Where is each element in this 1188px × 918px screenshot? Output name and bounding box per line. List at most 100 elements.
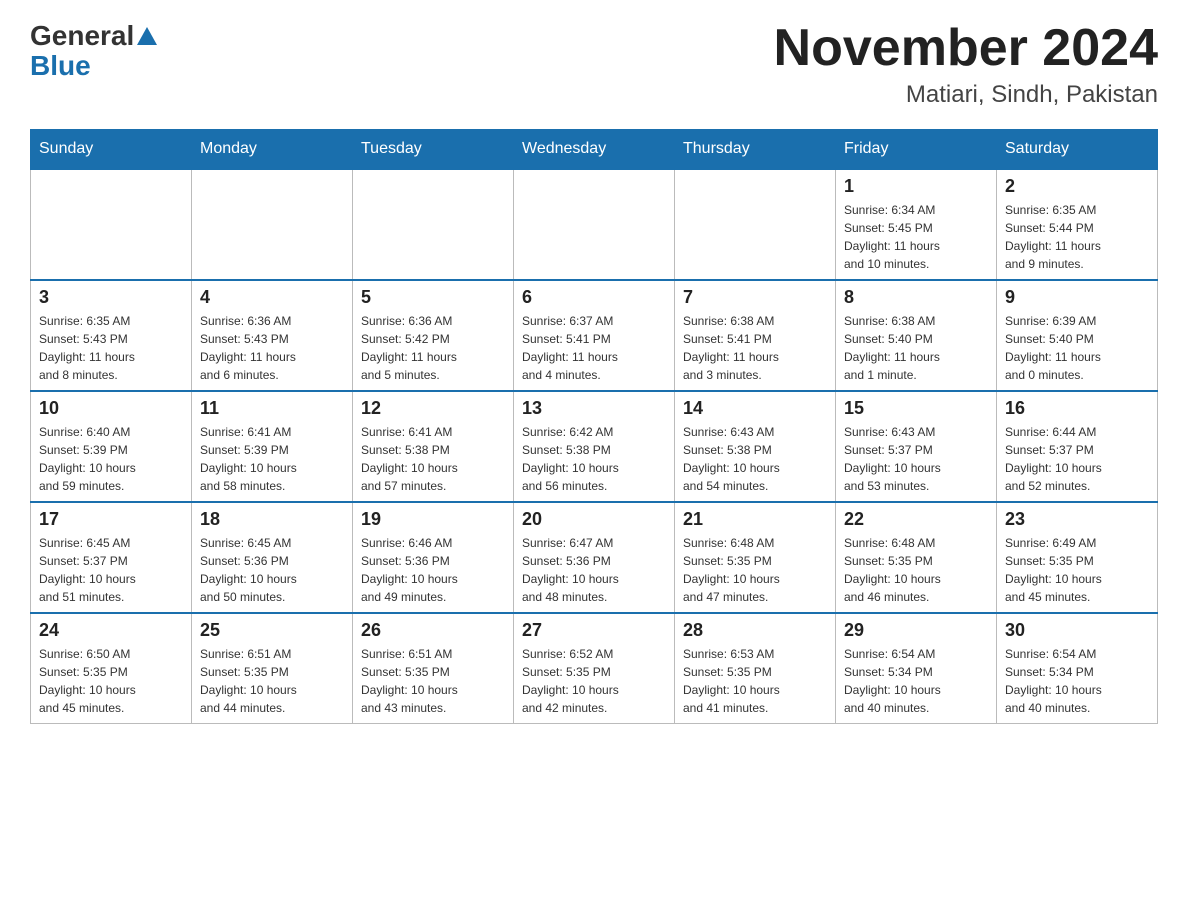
calendar-cell: 20Sunrise: 6:47 AM Sunset: 5:36 PM Dayli… xyxy=(514,502,675,613)
week-row-4: 17 Sunrise: 6:45 AM Sunset: 5:37 PM Dayli… xyxy=(31,502,1158,613)
day-number: 21 xyxy=(683,509,827,530)
col-header-tuesday: Tuesday xyxy=(353,130,514,170)
calendar-cell: 3 Sunrise: 6:35 AM Sunset: 5:43 PM Daylig… xyxy=(31,280,192,391)
calendar-cell: 10Sunrise: 6:40 AM Sunset: 5:39 PM Dayli… xyxy=(31,391,192,502)
day-number: 16 xyxy=(1005,398,1149,419)
day-info: Sunrise: 6:38 AM Sunset: 5:41 PM Dayligh… xyxy=(683,312,827,384)
day-info: Sunrise: 6:38 AM Sunset: 5:40 PM Dayligh… xyxy=(844,312,988,384)
day-number: 29 xyxy=(844,620,988,641)
calendar-cell: 23 Sunrise: 6:49 AM Sunset: 5:35 PM Dayli… xyxy=(997,502,1158,613)
calendar-cell: 16 Sunrise: 6:44 AM Sunset: 5:37 PM Dayli… xyxy=(997,391,1158,502)
calendar-cell: 28Sunrise: 6:53 AM Sunset: 5:35 PM Dayli… xyxy=(675,613,836,724)
day-number: 12 xyxy=(361,398,505,419)
week-row-2: 3 Sunrise: 6:35 AM Sunset: 5:43 PM Daylig… xyxy=(31,280,1158,391)
day-info: Sunrise: 6:48 AM Sunset: 5:35 PM Dayligh… xyxy=(683,534,827,606)
calendar-cell: 21 Sunrise: 6:48 AM Sunset: 5:35 PM Dayli… xyxy=(675,502,836,613)
day-number: 25 xyxy=(200,620,344,641)
calendar-cell: 6 Sunrise: 6:37 AM Sunset: 5:41 PM Daylig… xyxy=(514,280,675,391)
week-row-1: 1Sunrise: 6:34 AM Sunset: 5:45 PM Daylig… xyxy=(31,169,1158,280)
day-info: Sunrise: 6:45 AM Sunset: 5:36 PM Dayligh… xyxy=(200,534,344,606)
day-info: Sunrise: 6:53 AM Sunset: 5:35 PM Dayligh… xyxy=(683,645,827,717)
day-info: Sunrise: 6:42 AM Sunset: 5:38 PM Dayligh… xyxy=(522,423,666,495)
day-number: 19 xyxy=(361,509,505,530)
day-info: Sunrise: 6:43 AM Sunset: 5:38 PM Dayligh… xyxy=(683,423,827,495)
day-number: 8 xyxy=(844,287,988,308)
day-info: Sunrise: 6:39 AM Sunset: 5:40 PM Dayligh… xyxy=(1005,312,1149,384)
day-number: 17 xyxy=(39,509,183,530)
day-info: Sunrise: 6:50 AM Sunset: 5:35 PM Dayligh… xyxy=(39,645,183,717)
month-title: November 2024 xyxy=(774,20,1158,77)
calendar-cell: 24 Sunrise: 6:50 AM Sunset: 5:35 PM Dayli… xyxy=(31,613,192,724)
logo-triangle-icon xyxy=(137,27,157,45)
day-info: Sunrise: 6:41 AM Sunset: 5:39 PM Dayligh… xyxy=(200,423,344,495)
day-number: 10 xyxy=(39,398,183,419)
calendar-cell: 19 Sunrise: 6:46 AM Sunset: 5:36 PM Dayli… xyxy=(353,502,514,613)
day-info: Sunrise: 6:51 AM Sunset: 5:35 PM Dayligh… xyxy=(361,645,505,717)
calendar-cell xyxy=(192,169,353,280)
day-info: Sunrise: 6:43 AM Sunset: 5:37 PM Dayligh… xyxy=(844,423,988,495)
day-info: Sunrise: 6:48 AM Sunset: 5:35 PM Dayligh… xyxy=(844,534,988,606)
page-header: General Blue November 2024 Matiari, Sind… xyxy=(30,20,1158,109)
calendar-cell xyxy=(31,169,192,280)
day-info: Sunrise: 6:36 AM Sunset: 5:42 PM Dayligh… xyxy=(361,312,505,384)
calendar-cell: 4 Sunrise: 6:36 AM Sunset: 5:43 PM Daylig… xyxy=(192,280,353,391)
day-number: 23 xyxy=(1005,509,1149,530)
day-info: Sunrise: 6:35 AM Sunset: 5:43 PM Dayligh… xyxy=(39,312,183,384)
day-number: 26 xyxy=(361,620,505,641)
calendar-header-row: SundayMondayTuesdayWednesdayThursdayFrid… xyxy=(31,130,1158,170)
day-info: Sunrise: 6:45 AM Sunset: 5:37 PM Dayligh… xyxy=(39,534,183,606)
day-info: Sunrise: 6:34 AM Sunset: 5:45 PM Dayligh… xyxy=(844,201,988,273)
day-number: 4 xyxy=(200,287,344,308)
day-info: Sunrise: 6:36 AM Sunset: 5:43 PM Dayligh… xyxy=(200,312,344,384)
day-number: 2 xyxy=(1005,176,1149,197)
col-header-thursday: Thursday xyxy=(675,130,836,170)
calendar-cell: 13Sunrise: 6:42 AM Sunset: 5:38 PM Dayli… xyxy=(514,391,675,502)
day-info: Sunrise: 6:54 AM Sunset: 5:34 PM Dayligh… xyxy=(1005,645,1149,717)
day-number: 7 xyxy=(683,287,827,308)
calendar-cell: 8 Sunrise: 6:38 AM Sunset: 5:40 PM Daylig… xyxy=(836,280,997,391)
day-number: 15 xyxy=(844,398,988,419)
week-row-5: 24 Sunrise: 6:50 AM Sunset: 5:35 PM Dayli… xyxy=(31,613,1158,724)
day-info: Sunrise: 6:46 AM Sunset: 5:36 PM Dayligh… xyxy=(361,534,505,606)
col-header-sunday: Sunday xyxy=(31,130,192,170)
col-header-monday: Monday xyxy=(192,130,353,170)
day-number: 22 xyxy=(844,509,988,530)
day-info: Sunrise: 6:54 AM Sunset: 5:34 PM Dayligh… xyxy=(844,645,988,717)
day-info: Sunrise: 6:47 AM Sunset: 5:36 PM Dayligh… xyxy=(522,534,666,606)
col-header-saturday: Saturday xyxy=(997,130,1158,170)
day-number: 9 xyxy=(1005,287,1149,308)
calendar-cell: 18 Sunrise: 6:45 AM Sunset: 5:36 PM Dayli… xyxy=(192,502,353,613)
day-info: Sunrise: 6:37 AM Sunset: 5:41 PM Dayligh… xyxy=(522,312,666,384)
calendar-cell: 7 Sunrise: 6:38 AM Sunset: 5:41 PM Daylig… xyxy=(675,280,836,391)
day-number: 3 xyxy=(39,287,183,308)
calendar-cell: 15 Sunrise: 6:43 AM Sunset: 5:37 PM Dayli… xyxy=(836,391,997,502)
col-header-wednesday: Wednesday xyxy=(514,130,675,170)
location-title: Matiari, Sindh, Pakistan xyxy=(774,81,1158,109)
calendar-cell: 12 Sunrise: 6:41 AM Sunset: 5:38 PM Dayli… xyxy=(353,391,514,502)
calendar-cell: 30 Sunrise: 6:54 AM Sunset: 5:34 PM Dayli… xyxy=(997,613,1158,724)
week-row-3: 10Sunrise: 6:40 AM Sunset: 5:39 PM Dayli… xyxy=(31,391,1158,502)
day-number: 18 xyxy=(200,509,344,530)
calendar-cell: 17 Sunrise: 6:45 AM Sunset: 5:37 PM Dayli… xyxy=(31,502,192,613)
title-section: November 2024 Matiari, Sindh, Pakistan xyxy=(774,20,1158,109)
calendar-cell xyxy=(514,169,675,280)
calendar-cell: 14 Sunrise: 6:43 AM Sunset: 5:38 PM Dayli… xyxy=(675,391,836,502)
day-info: Sunrise: 6:41 AM Sunset: 5:38 PM Dayligh… xyxy=(361,423,505,495)
logo: General Blue xyxy=(30,20,157,80)
calendar-table: SundayMondayTuesdayWednesdayThursdayFrid… xyxy=(30,129,1158,724)
calendar-cell xyxy=(353,169,514,280)
day-number: 14 xyxy=(683,398,827,419)
day-number: 30 xyxy=(1005,620,1149,641)
calendar-cell xyxy=(675,169,836,280)
day-number: 5 xyxy=(361,287,505,308)
day-info: Sunrise: 6:52 AM Sunset: 5:35 PM Dayligh… xyxy=(522,645,666,717)
day-number: 27 xyxy=(522,620,666,641)
col-header-friday: Friday xyxy=(836,130,997,170)
day-info: Sunrise: 6:44 AM Sunset: 5:37 PM Dayligh… xyxy=(1005,423,1149,495)
day-info: Sunrise: 6:49 AM Sunset: 5:35 PM Dayligh… xyxy=(1005,534,1149,606)
calendar-cell: 26 Sunrise: 6:51 AM Sunset: 5:35 PM Dayli… xyxy=(353,613,514,724)
calendar-cell: 11Sunrise: 6:41 AM Sunset: 5:39 PM Dayli… xyxy=(192,391,353,502)
calendar-cell: 27 Sunrise: 6:52 AM Sunset: 5:35 PM Dayli… xyxy=(514,613,675,724)
day-number: 24 xyxy=(39,620,183,641)
day-number: 6 xyxy=(522,287,666,308)
